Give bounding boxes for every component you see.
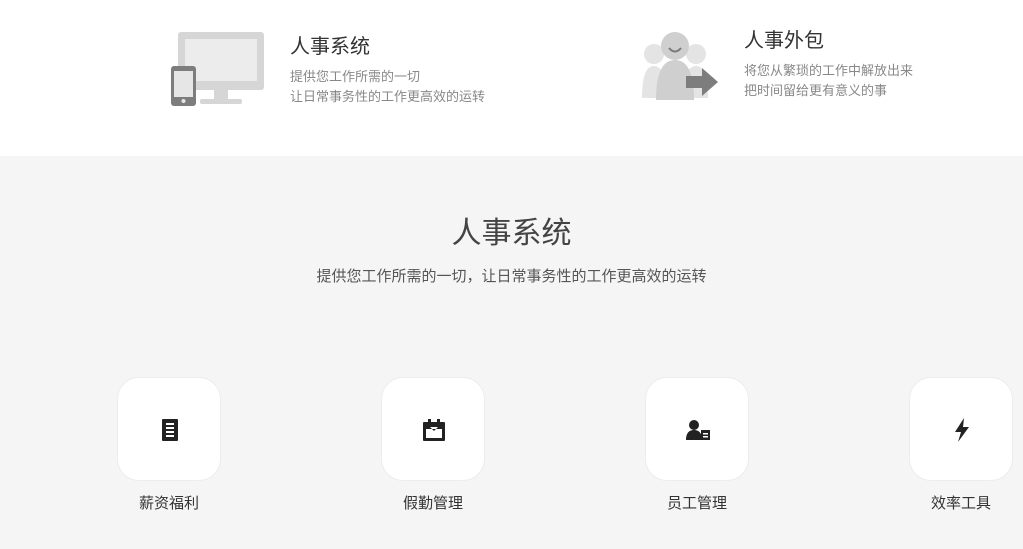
section-subtitle: 提供您工作所需的一切，让日常事务性的工作更高效的运转 (316, 267, 707, 285)
feature-desc-line: 把时间留给更有意义的事 (744, 84, 888, 99)
top-features-band: 人事系统 提供您工作所需的一切 让日常事务性的工作更高效的运转 人事外包 将您从… (0, 0, 1023, 156)
card-label: 员工管理 (666, 494, 727, 512)
lightning-icon (955, 418, 969, 442)
section-title: 人事系统 (451, 216, 572, 251)
card-icon-box (645, 377, 749, 481)
card-payroll-benefits[interactable]: 薪资福利 (104, 377, 234, 517)
feature-hr-outsourcing[interactable]: 人事外包 将您从繁琐的工作中解放出来 把时间留给更有意义的事 (638, 18, 958, 118)
people-arrow-icon (642, 32, 718, 100)
feature-desc-line: 提供您工作所需的一切 (290, 70, 421, 85)
monitor-phone-icon (171, 32, 264, 106)
calendar-icon (423, 419, 445, 441)
card-icon-box (381, 377, 485, 481)
document-list-icon (162, 419, 178, 441)
hr-system-section: 人事系统 提供您工作所需的一切，让日常事务性的工作更高效的运转 薪资福利 假勤管… (0, 156, 1023, 549)
feature-title: 人事系统 (290, 34, 370, 58)
card-label: 薪资福利 (138, 494, 199, 512)
card-label: 假勤管理 (402, 494, 463, 512)
card-employee-management[interactable]: 员工管理 (632, 377, 762, 517)
feature-desc-line: 将您从繁琐的工作中解放出来 (744, 64, 914, 79)
feature-hr-system[interactable]: 人事系统 提供您工作所需的一切 让日常事务性的工作更高效的运转 (168, 22, 528, 122)
card-leave-attendance[interactable]: 假勤管理 (368, 377, 498, 517)
card-efficiency-tools[interactable]: 效率工具 (896, 377, 1023, 517)
card-icon-box (909, 377, 1013, 481)
feature-title: 人事外包 (744, 28, 824, 52)
user-card-icon (686, 420, 710, 440)
card-icon-box (117, 377, 221, 481)
feature-desc-line: 让日常事务性的工作更高效的运转 (290, 90, 486, 105)
card-label: 效率工具 (930, 494, 991, 512)
